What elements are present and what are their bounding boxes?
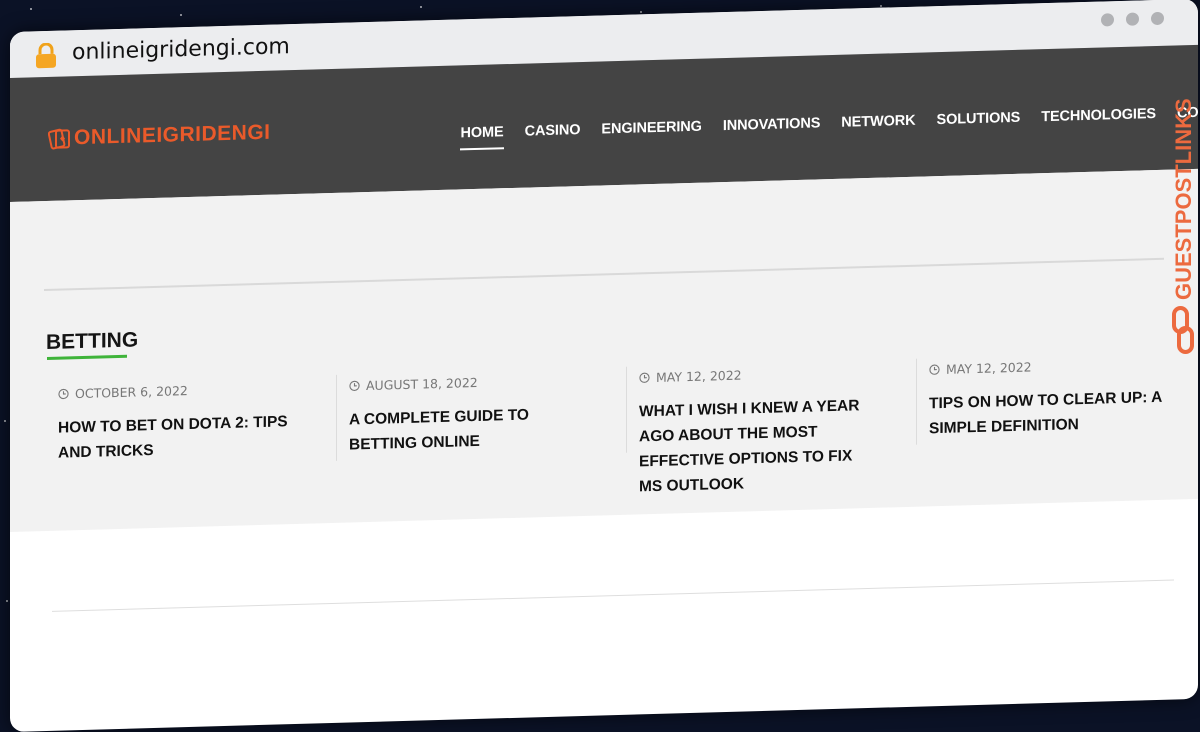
post-card: MAY 12, 2022 WHAT I WISH I KNEW A YEAR A… <box>626 358 916 495</box>
post-card: MAY 12, 2022 TIPS ON HOW TO CLEAR UP: A … <box>916 350 1198 445</box>
window-dot-icon[interactable] <box>1101 13 1114 27</box>
clock-icon <box>58 388 69 400</box>
main-content: BETTING OCTOBER 6, 2022 HOW TO BET ON DO… <box>10 168 1198 532</box>
clock-icon <box>929 364 940 375</box>
post-date: MAY 12, 2022 <box>929 355 1194 377</box>
guestpostlinks-watermark: GUESTPOSTLINKS <box>1171 98 1196 354</box>
post-date-text: MAY 12, 2022 <box>656 367 742 385</box>
divider <box>44 257 1164 292</box>
address-bar-url[interactable]: onlineigridengi.com <box>72 34 290 65</box>
lock-icon <box>36 42 56 69</box>
post-title-link[interactable]: HOW TO BET ON DOTA 2: TIPS AND TRICKS <box>58 409 298 466</box>
nav-casino[interactable]: CASINO <box>514 122 591 140</box>
window-controls <box>1101 11 1164 27</box>
post-card: AUGUST 18, 2022 A COMPLETE GUIDE TO BETT… <box>336 366 626 461</box>
post-date-text: AUGUST 18, 2022 <box>366 374 478 394</box>
nav-home[interactable]: HOME <box>450 124 514 142</box>
post-date: OCTOBER 6, 2022 <box>58 379 324 401</box>
nav-technologies[interactable]: TECHNOLOGIES <box>1031 106 1167 126</box>
post-card: OCTOBER 6, 2022 HOW TO BET ON DOTA 2: TI… <box>46 375 336 469</box>
post-date-text: OCTOBER 6, 2022 <box>75 383 188 402</box>
nav-engineering[interactable]: ENGINEERING <box>591 118 712 138</box>
post-title-link[interactable]: TIPS ON HOW TO CLEAR UP: A SIMPLE DEFINI… <box>929 385 1169 442</box>
logo-text: ONLINEIGRIDENGI <box>74 120 271 150</box>
post-list: OCTOBER 6, 2022 HOW TO BET ON DOTA 2: TI… <box>46 350 1198 495</box>
nav-network[interactable]: NETWORK <box>831 112 926 131</box>
section-title-underline <box>47 354 127 360</box>
post-date-text: MAY 12, 2022 <box>946 359 1032 377</box>
nav-innovations[interactable]: INNOVATIONS <box>712 115 830 134</box>
section-title[interactable]: BETTING <box>46 328 138 355</box>
post-title-link[interactable]: A COMPLETE GUIDE TO BETTING ONLINE <box>349 401 589 458</box>
post-date: MAY 12, 2022 <box>639 363 904 385</box>
cards-logo-icon <box>48 128 70 150</box>
browser-window: onlineigridengi.com ONLINEIGRIDENGI HOME… <box>10 0 1198 732</box>
window-dot-icon[interactable] <box>1126 12 1139 26</box>
chain-link-icon <box>1172 306 1194 354</box>
clock-icon <box>639 372 650 383</box>
nav-solutions[interactable]: SOLUTIONS <box>926 109 1031 128</box>
watermark-text: GUESTPOSTLINKS <box>1171 98 1196 300</box>
post-date: AUGUST 18, 2022 <box>349 371 614 393</box>
main-nav: HOME CASINO ENGINEERING INNOVATIONS NETW… <box>450 103 1199 142</box>
window-dot-icon[interactable] <box>1151 11 1164 26</box>
post-title-link[interactable]: WHAT I WISH I KNEW A YEAR AGO ABOUT THE … <box>639 393 879 500</box>
divider <box>52 579 1174 612</box>
site-logo[interactable]: ONLINEIGRIDENGI <box>48 121 271 151</box>
clock-icon <box>349 380 360 392</box>
